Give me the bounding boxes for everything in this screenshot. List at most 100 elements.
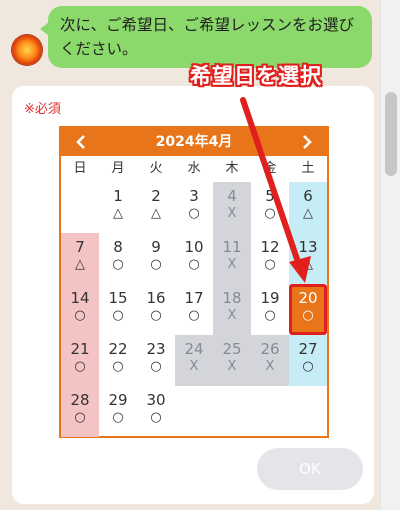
day-number: 17 (184, 289, 204, 307)
calendar-day-30[interactable]: 30 ○ (137, 386, 175, 437)
availability-mark: ○ (188, 308, 200, 323)
day-number: 28 (70, 391, 90, 409)
day-number: 29 (108, 391, 128, 409)
availability-mark: ○ (264, 257, 276, 272)
day-number: 13 (298, 238, 318, 256)
day-number: 1 (113, 187, 123, 205)
availability-mark: ○ (150, 257, 162, 272)
calendar-day-2[interactable]: 2 △ (137, 182, 175, 233)
calendar-day-5[interactable]: 5 ○ (251, 182, 289, 233)
day-number: 14 (70, 289, 90, 307)
availability-mark: △ (75, 257, 85, 272)
day-number: 26 (260, 340, 280, 358)
calendar-day-1[interactable]: 1 △ (99, 182, 137, 233)
calendar-day-22[interactable]: 22 ○ (99, 335, 137, 386)
day-number: 2 (151, 187, 161, 205)
availability-mark: ○ (150, 410, 162, 425)
availability-mark: ○ (74, 410, 86, 425)
day-number: 12 (260, 238, 280, 256)
weekday-row: 日 月 火 水 木 金 土 (61, 156, 327, 182)
day-number: 21 (70, 340, 90, 358)
day-number: 9 (151, 238, 161, 256)
availability-mark: X (227, 359, 237, 374)
calendar-day-7[interactable]: 7 △ (61, 233, 99, 284)
date-picker-card: ※必須 2024年4月 日 月 火 水 木 金 土 1 △ 2 △ 3 ○ 4 X 5 ○ (12, 86, 374, 504)
availability-mark: △ (303, 206, 313, 221)
day-number: 8 (113, 238, 123, 256)
availability-mark: ○ (188, 206, 200, 221)
availability-mark: ○ (74, 308, 86, 323)
day-number: 24 (184, 340, 204, 358)
day-number: 16 (146, 289, 166, 307)
weekday-thu: 木 (225, 161, 239, 176)
calendar-day-25: 25 X (213, 335, 251, 386)
avatar-icon (12, 35, 42, 65)
day-number: 30 (146, 391, 166, 409)
calendar-day-16[interactable]: 16 ○ (137, 284, 175, 335)
day-number: 7 (75, 238, 85, 256)
scrollbar[interactable] (380, 0, 400, 510)
day-number: 18 (222, 289, 242, 307)
scrollbar-thumb[interactable] (385, 92, 397, 176)
availability-mark: ○ (112, 410, 124, 425)
weekday-sat: 土 (301, 161, 315, 176)
day-number: 5 (265, 187, 275, 205)
availability-mark: X (189, 359, 199, 374)
calendar-day-15[interactable]: 15 ○ (99, 284, 137, 335)
calendar-day-3[interactable]: 3 ○ (175, 182, 213, 233)
weekday-tue: 火 (149, 161, 163, 176)
availability-mark: ○ (112, 359, 124, 374)
availability-mark: ○ (188, 257, 200, 272)
availability-mark: ○ (112, 257, 124, 272)
availability-mark: ○ (150, 308, 162, 323)
chevron-right-icon (303, 135, 312, 149)
calendar-day-13[interactable]: 13 △ (289, 233, 327, 284)
calendar-day-24: 24 X (175, 335, 213, 386)
day-number: 22 (108, 340, 128, 358)
required-label: ※必須 (24, 102, 61, 117)
availability-mark: ○ (74, 359, 86, 374)
calendar: 2024年4月 日 月 火 水 木 金 土 1 △ 2 △ 3 ○ 4 X 5 ○ 6 △ 7 △ 8 ○ 9 ○… (59, 126, 329, 438)
calendar-day-29[interactable]: 29 ○ (99, 386, 137, 437)
calendar-day-23[interactable]: 23 ○ (137, 335, 175, 386)
day-number: 3 (189, 187, 199, 205)
calendar-day-19[interactable]: 19 ○ (251, 284, 289, 335)
calendar-day-11: 11 X (213, 233, 251, 284)
day-number: 15 (108, 289, 128, 307)
day-number: 25 (222, 340, 242, 358)
calendar-day-6[interactable]: 6 △ (289, 182, 327, 233)
availability-mark: X (227, 308, 237, 323)
availability-mark: ○ (264, 308, 276, 323)
calendar-day-10[interactable]: 10 ○ (175, 233, 213, 284)
calendar-day-28[interactable]: 28 ○ (61, 386, 99, 437)
ok-button[interactable]: OK (257, 448, 363, 490)
availability-mark: ○ (302, 308, 314, 323)
calendar-grid: 1 △ 2 △ 3 ○ 4 X 5 ○ 6 △ 7 △ 8 ○ 9 ○ 10 ○ 11 X 12 ○ 13 △ 14 ○ 15 ○ 16 ○ 1… (61, 182, 327, 437)
day-number: 19 (260, 289, 280, 307)
weekday-wed: 水 (187, 161, 201, 176)
calendar-day-4: 4X (213, 182, 251, 233)
calendar-day-8[interactable]: 8 ○ (99, 233, 137, 284)
availability-mark: △ (303, 257, 313, 272)
day-number: 23 (146, 340, 166, 358)
day-number: 4 (227, 187, 237, 205)
calendar-day-21[interactable]: 21 ○ (61, 335, 99, 386)
annotation-label: 希望日を選択 (190, 64, 322, 88)
day-number: 27 (298, 340, 318, 358)
calendar-day-12[interactable]: 12 ○ (251, 233, 289, 284)
calendar-day-9[interactable]: 9 ○ (137, 233, 175, 284)
calendar-day-26: 26 X (251, 335, 289, 386)
weekday-sun: 日 (73, 161, 87, 176)
availability-mark: △ (151, 206, 161, 221)
calendar-day-20[interactable]: 20 ○ (289, 284, 327, 335)
calendar-header: 2024年4月 (61, 128, 327, 156)
calendar-day-27[interactable]: 27 ○ (289, 335, 327, 386)
calendar-day-14[interactable]: 14 ○ (61, 284, 99, 335)
calendar-day-17[interactable]: 17 ○ (175, 284, 213, 335)
day-number: 6 (303, 187, 313, 205)
day-number: 20 (298, 289, 318, 307)
weekday-mon: 月 (111, 161, 125, 176)
availability-mark: ○ (264, 206, 276, 221)
chat-message: 次に、ご希望日、ご希望レッスンをお選びください。 (60, 16, 355, 58)
next-month-button[interactable] (293, 128, 321, 156)
